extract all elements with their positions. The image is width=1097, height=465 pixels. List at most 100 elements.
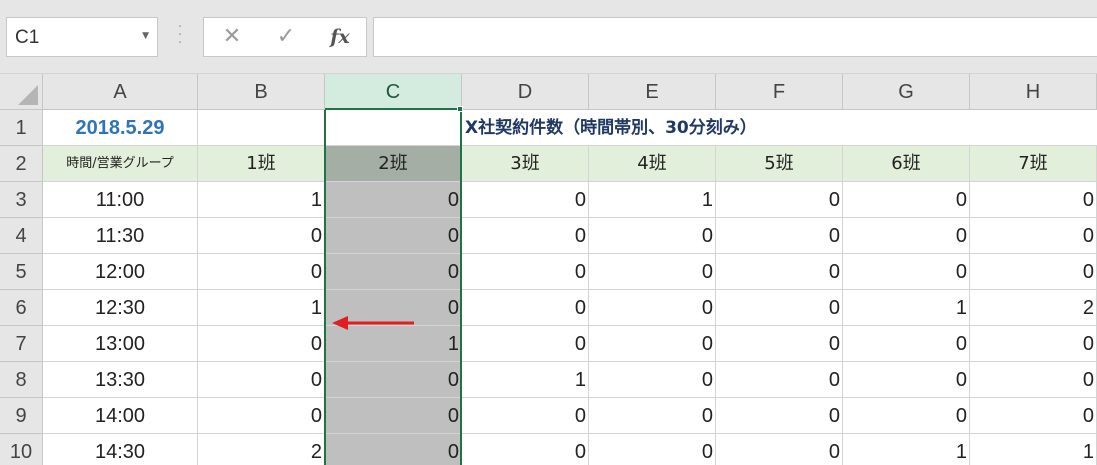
row-header-4[interactable]: 4: [0, 218, 43, 254]
value-cell[interactable]: 0: [462, 326, 589, 362]
date-cell[interactable]: 2018.5.29: [43, 110, 198, 146]
team-header-6[interactable]: 6班: [843, 146, 970, 182]
value-cell[interactable]: 0: [970, 398, 1097, 434]
time-cell[interactable]: 14:00: [43, 398, 198, 434]
team-header-1[interactable]: 1班: [198, 146, 325, 182]
value-cell[interactable]: 0: [589, 254, 716, 290]
team-header-5[interactable]: 5班: [716, 146, 843, 182]
value-cell[interactable]: 0: [843, 362, 970, 398]
value-cell[interactable]: 0: [198, 362, 325, 398]
value-cell[interactable]: 1: [198, 290, 325, 326]
value-cell[interactable]: 1: [198, 182, 325, 218]
value-cell[interactable]: 0: [198, 326, 325, 362]
value-cell[interactable]: 0: [325, 218, 462, 254]
value-cell[interactable]: 0: [843, 254, 970, 290]
value-cell[interactable]: 0: [589, 218, 716, 254]
value-cell[interactable]: 0: [589, 362, 716, 398]
value-cell[interactable]: 0: [462, 218, 589, 254]
cell-b1[interactable]: [198, 110, 325, 146]
sheet-title-cell[interactable]: X社契約件数（時間帯別、30分刻み）: [462, 110, 1097, 146]
formula-input[interactable]: [373, 17, 1097, 57]
row-header-3[interactable]: 3: [0, 182, 43, 218]
time-cell[interactable]: 13:00: [43, 326, 198, 362]
value-cell[interactable]: 0: [462, 182, 589, 218]
value-cell[interactable]: 0: [716, 254, 843, 290]
column-header-h[interactable]: H: [970, 74, 1097, 110]
time-cell[interactable]: 13:30: [43, 362, 198, 398]
value-cell[interactable]: 2: [198, 434, 325, 465]
value-cell[interactable]: 0: [843, 326, 970, 362]
value-cell[interactable]: 0: [843, 398, 970, 434]
value-cell[interactable]: 0: [970, 218, 1097, 254]
value-cell[interactable]: 0: [716, 182, 843, 218]
column-header-b[interactable]: B: [198, 74, 325, 110]
value-cell[interactable]: 0: [716, 326, 843, 362]
time-cell[interactable]: 14:30: [43, 434, 198, 465]
insert-function-icon[interactable]: fx: [318, 22, 362, 52]
select-all-corner[interactable]: [0, 74, 43, 110]
column-header-a[interactable]: A: [43, 74, 198, 110]
value-cell[interactable]: 0: [589, 326, 716, 362]
value-cell[interactable]: 0: [716, 434, 843, 465]
value-cell[interactable]: 0: [716, 362, 843, 398]
fill-handle[interactable]: [457, 106, 463, 112]
value-cell[interactable]: 1: [843, 290, 970, 326]
value-cell[interactable]: 0: [198, 254, 325, 290]
row-header-7[interactable]: 7: [0, 326, 43, 362]
value-cell[interactable]: 0: [198, 218, 325, 254]
time-cell[interactable]: 12:30: [43, 290, 198, 326]
row-header-1[interactable]: 1: [0, 110, 43, 146]
value-cell[interactable]: 1: [843, 434, 970, 465]
column-header-g[interactable]: G: [843, 74, 970, 110]
value-cell[interactable]: 0: [716, 398, 843, 434]
name-box[interactable]: C1 ▼: [6, 17, 158, 57]
value-cell[interactable]: 0: [462, 290, 589, 326]
value-cell[interactable]: 0: [970, 326, 1097, 362]
row-header-10[interactable]: 10: [0, 434, 43, 465]
cancel-icon[interactable]: ✕: [210, 22, 254, 52]
grip-dots-icon[interactable]: · · ·: [174, 21, 186, 50]
value-cell[interactable]: 0: [970, 362, 1097, 398]
value-cell[interactable]: 0: [325, 434, 462, 465]
value-cell[interactable]: 0: [589, 398, 716, 434]
value-cell[interactable]: 2: [970, 290, 1097, 326]
team-header-7[interactable]: 7班: [970, 146, 1097, 182]
column-header-d[interactable]: D: [462, 74, 589, 110]
row-header-8[interactable]: 8: [0, 362, 43, 398]
value-cell[interactable]: 0: [589, 434, 716, 465]
column-header-f[interactable]: F: [716, 74, 843, 110]
row-header-6[interactable]: 6: [0, 290, 43, 326]
value-cell[interactable]: 0: [325, 182, 462, 218]
column-header-e[interactable]: E: [589, 74, 716, 110]
value-cell[interactable]: 0: [970, 182, 1097, 218]
team-header-3[interactable]: 3班: [462, 146, 589, 182]
team-header-4[interactable]: 4班: [589, 146, 716, 182]
value-cell[interactable]: 0: [970, 254, 1097, 290]
enter-icon[interactable]: ✓: [264, 22, 308, 52]
cell-c1[interactable]: [325, 110, 462, 146]
value-cell[interactable]: 0: [462, 254, 589, 290]
row-header-2[interactable]: 2: [0, 146, 43, 182]
value-cell[interactable]: 0: [325, 362, 462, 398]
team-header-2[interactable]: 2班: [325, 146, 462, 182]
value-cell[interactable]: 1: [589, 182, 716, 218]
value-cell[interactable]: 0: [716, 290, 843, 326]
row-header-5[interactable]: 5: [0, 254, 43, 290]
value-cell[interactable]: 0: [462, 434, 589, 465]
value-cell[interactable]: 0: [325, 254, 462, 290]
value-cell[interactable]: 0: [198, 398, 325, 434]
value-cell[interactable]: 0: [716, 218, 843, 254]
group-header-cell[interactable]: 時間/営業グループ: [43, 146, 198, 182]
value-cell[interactable]: 0: [589, 290, 716, 326]
row-header-9[interactable]: 9: [0, 398, 43, 434]
column-header-c[interactable]: C: [325, 74, 462, 110]
time-cell[interactable]: 12:00: [43, 254, 198, 290]
time-cell[interactable]: 11:00: [43, 182, 198, 218]
value-cell[interactable]: 0: [843, 182, 970, 218]
value-cell[interactable]: 0: [325, 398, 462, 434]
chevron-down-icon[interactable]: ▼: [142, 31, 149, 41]
time-cell[interactable]: 11:30: [43, 218, 198, 254]
value-cell[interactable]: 0: [843, 218, 970, 254]
value-cell[interactable]: 1: [970, 434, 1097, 465]
value-cell[interactable]: 0: [462, 398, 589, 434]
